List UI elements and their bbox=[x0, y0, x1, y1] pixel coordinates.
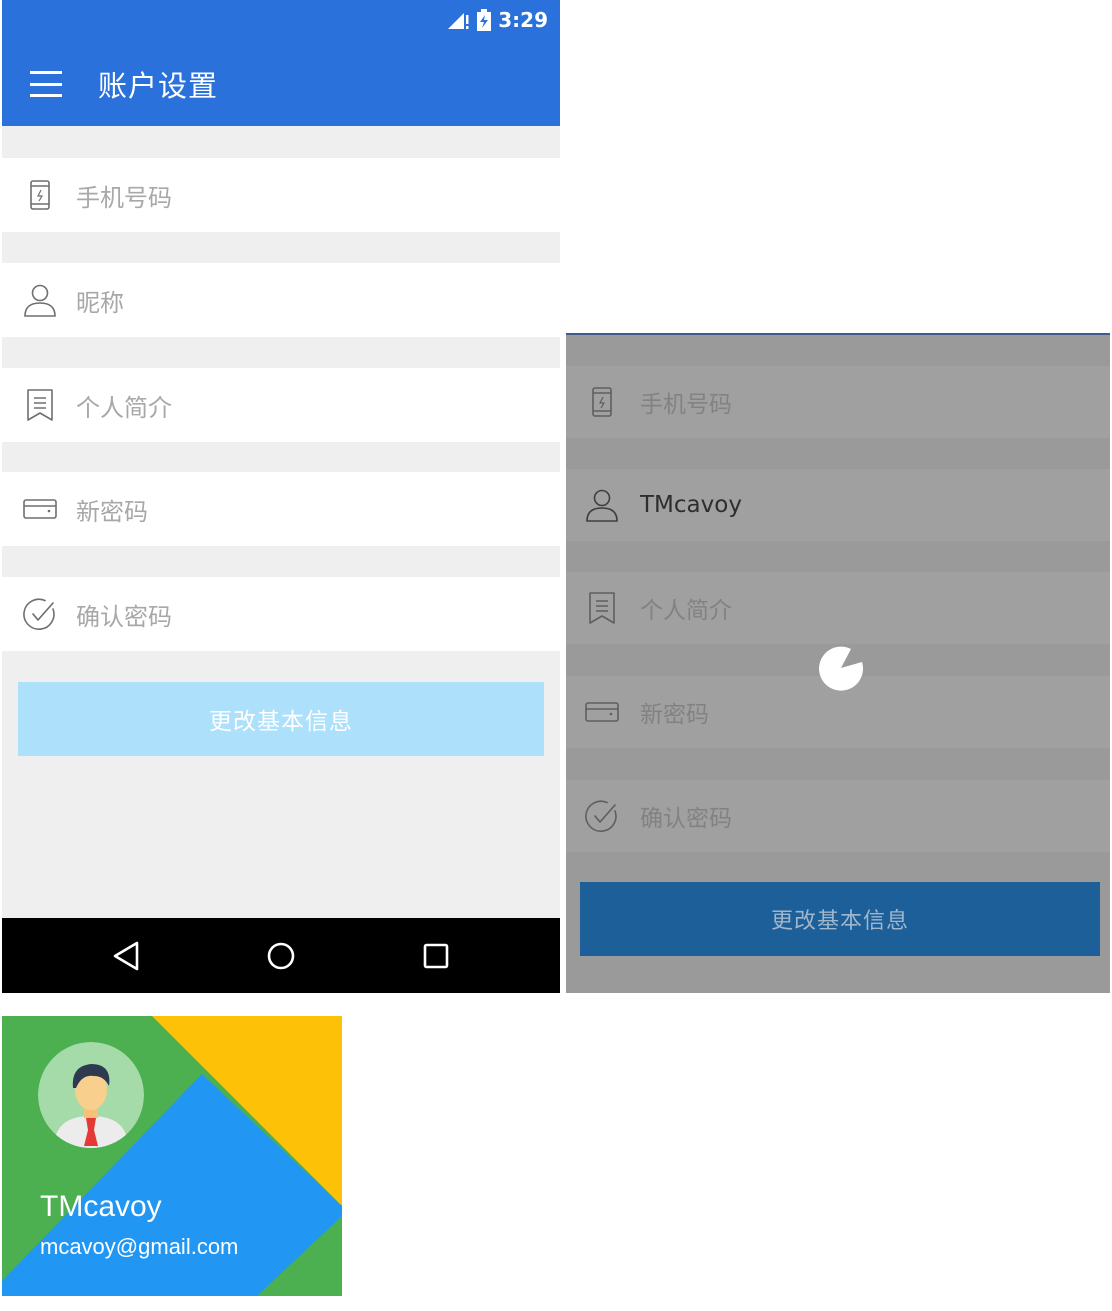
home-icon[interactable] bbox=[263, 938, 299, 974]
phone-icon bbox=[22, 177, 58, 213]
check-circle-icon bbox=[22, 596, 58, 632]
loading-spinner-icon bbox=[819, 646, 864, 691]
confirm-password-field[interactable]: 确认密码 bbox=[2, 577, 560, 651]
phone-placeholder: 手机号码 bbox=[640, 392, 732, 418]
battery-charging-icon bbox=[477, 9, 492, 31]
loading-overlay-screen: 手机号码 TMcavoy 个人简介 新密码 确认密码 更改基本信息 bbox=[566, 333, 1110, 993]
user-icon bbox=[584, 487, 620, 523]
back-icon[interactable] bbox=[108, 938, 144, 974]
nickname-placeholder: 昵称 bbox=[76, 288, 124, 317]
phone-icon bbox=[584, 384, 620, 420]
app-bar: 账户设置 bbox=[2, 42, 560, 126]
update-info-button[interactable]: 更改基本信息 bbox=[18, 682, 544, 756]
check-circle-icon bbox=[584, 798, 620, 834]
confirm-password-field-dimmed: 确认密码 bbox=[566, 780, 1110, 852]
card-icon bbox=[584, 694, 620, 730]
signal-icon bbox=[448, 13, 469, 29]
status-icons: 3:29 bbox=[448, 8, 548, 32]
phone-placeholder: 手机号码 bbox=[76, 183, 172, 212]
drawer-header: TMcavoy mcavoy@gmail.com bbox=[2, 1016, 342, 1296]
nickname-field[interactable]: 昵称 bbox=[2, 263, 560, 337]
nickname-field-dimmed: TMcavoy bbox=[566, 469, 1110, 541]
bio-icon bbox=[584, 590, 620, 626]
page-title: 账户设置 bbox=[98, 69, 219, 103]
new-password-field[interactable]: 新密码 bbox=[2, 472, 560, 546]
bio-field-dimmed: 个人简介 bbox=[566, 572, 1110, 644]
confirm-password-placeholder: 确认密码 bbox=[76, 602, 172, 631]
user-email: mcavoy@gmail.com bbox=[40, 1234, 239, 1259]
bio-placeholder: 个人简介 bbox=[640, 598, 732, 624]
phone-field[interactable]: 手机号码 bbox=[2, 158, 560, 232]
phone-field-dimmed: 手机号码 bbox=[566, 366, 1110, 438]
bio-field[interactable]: 个人简介 bbox=[2, 368, 560, 442]
bio-placeholder: 个人简介 bbox=[76, 393, 172, 422]
new-password-placeholder: 新密码 bbox=[640, 702, 709, 728]
new-password-placeholder: 新密码 bbox=[76, 497, 148, 526]
avatar[interactable] bbox=[38, 1042, 144, 1148]
system-nav-bar bbox=[2, 918, 560, 993]
status-bar: 3:29 bbox=[2, 0, 560, 42]
confirm-password-placeholder: 确认密码 bbox=[640, 806, 732, 832]
recents-icon[interactable] bbox=[418, 938, 454, 974]
status-time: 3:29 bbox=[498, 8, 548, 32]
user-icon bbox=[22, 282, 58, 318]
bio-icon bbox=[22, 387, 58, 423]
account-settings-screen: 3:29 账户设置 手机号码 昵称 个人简介 新密码 确认密码 更改基本信息 bbox=[2, 0, 560, 993]
user-name: TMcavoy bbox=[40, 1190, 162, 1223]
menu-icon[interactable] bbox=[30, 71, 62, 97]
update-info-button[interactable]: 更改基本信息 bbox=[580, 882, 1100, 956]
card-icon bbox=[22, 491, 58, 527]
nickname-value: TMcavoy bbox=[640, 492, 742, 518]
